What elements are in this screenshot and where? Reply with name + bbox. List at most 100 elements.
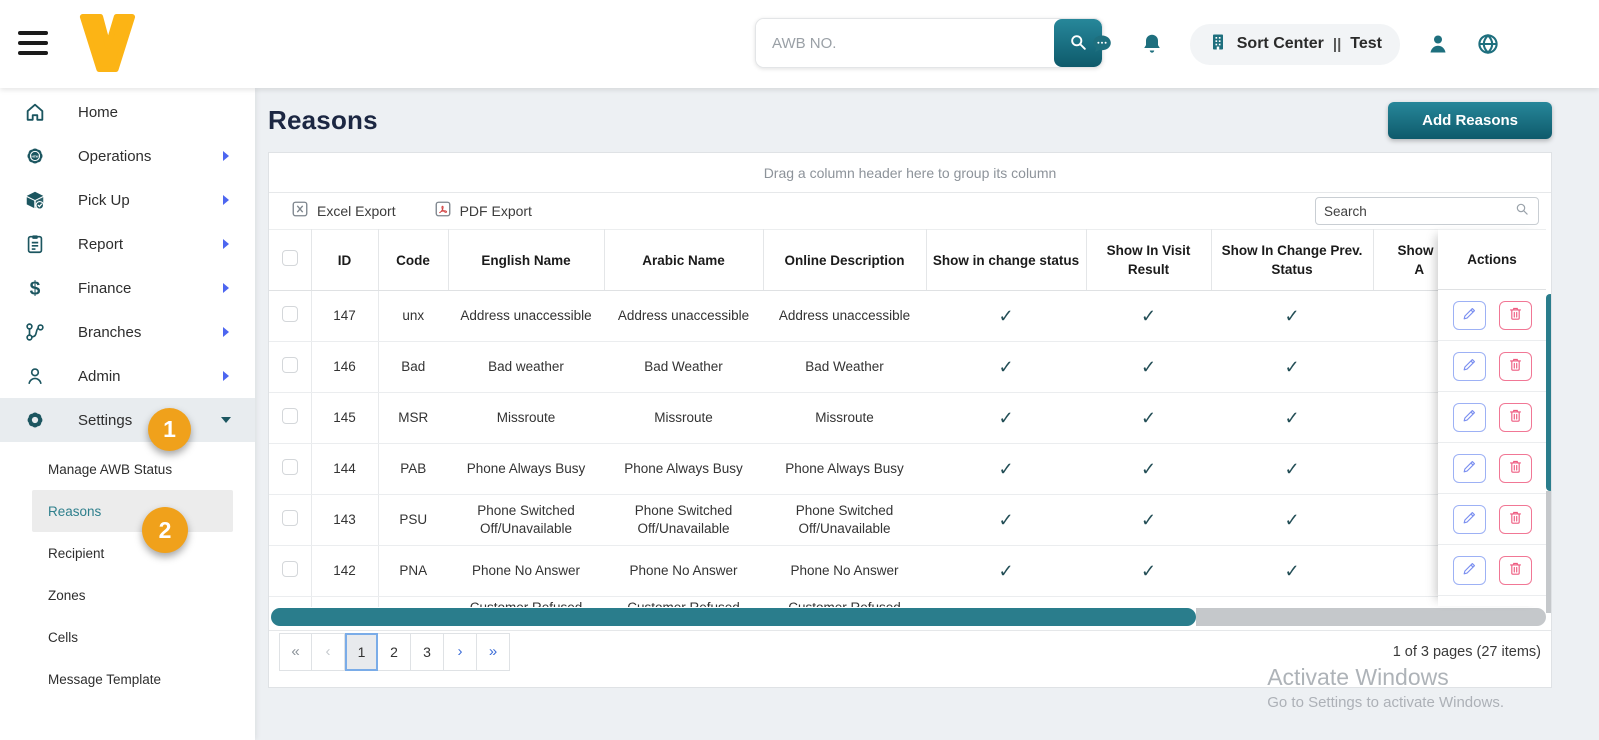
edit-button[interactable] [1453,505,1486,534]
sidebar-item-reasons[interactable]: Reasons [32,490,233,532]
sidebar-item-label: Settings [78,412,132,429]
sidebar-item-label: Home [78,104,118,121]
add-reasons-button[interactable]: Add Reasons [1388,102,1552,139]
submenu-label: Manage AWB Status [48,462,172,477]
sidebar-item-operations[interactable]: NEW Operations [0,134,255,178]
header-show-in-change-status[interactable]: Show in change status [926,230,1086,291]
excel-icon [291,200,309,223]
first-page-button[interactable]: « [279,633,312,671]
page-buttons: 123 [345,633,444,671]
person-icon [24,365,46,387]
cell-code: PAB [378,444,448,495]
row-checkbox[interactable] [282,408,298,424]
sidebar-item-message-template[interactable]: Message Template [0,658,255,700]
step-annotation-1: 1 [148,408,191,451]
cell-english-name: Phone No Answer [448,546,604,597]
sidebar-item-recipient[interactable]: Recipient [0,532,255,574]
pdf-icon [434,200,452,223]
logo-v[interactable] [76,13,138,73]
delete-button[interactable] [1499,301,1532,330]
actions-row [1438,443,1546,494]
cell-id: 143 [311,495,378,546]
station-selector[interactable]: Sort Center || Test [1190,24,1400,65]
globe-icon[interactable] [1476,32,1500,56]
header-show-in-visit-result[interactable]: Show In Visit Result [1086,230,1211,291]
sidebar-item-pickup[interactable]: Pick Up [0,178,255,222]
edit-button[interactable] [1453,301,1486,330]
cell-english-name: Address unaccessible [448,291,604,342]
user-icon[interactable] [1426,32,1450,56]
header-id[interactable]: ID [311,230,378,291]
chevron-right-icon [223,151,229,161]
header-show-in-change-prev-status[interactable]: Show In Change Prev. Status [1211,230,1373,291]
menu-icon[interactable] [18,31,48,55]
chevron-down-icon [221,417,231,423]
sidebar-item-home[interactable]: Home [0,90,255,134]
cell-arabic-name: Bad Weather [604,342,763,393]
cell-arabic-name: Phone Switched Off/Unavailable [604,495,763,546]
sidebar-item-finance[interactable]: $ Finance [0,266,255,310]
cell-online-description: Phone Always Busy [763,444,926,495]
page-number-button[interactable]: 3 [411,633,444,671]
chat-icon[interactable] [1090,32,1114,56]
excel-export-button[interactable]: Excel Export [291,200,396,223]
next-page-button[interactable]: › [444,633,477,671]
cell-online-description: Phone No Answer [763,546,926,597]
last-page-button[interactable]: » [477,633,510,671]
chevron-right-icon [223,371,229,381]
cell-code: MSR [378,393,448,444]
sidebar-item-label: Finance [78,280,131,297]
sidebar-item-branches[interactable]: Branches [0,310,255,354]
header-english-name[interactable]: English Name [448,230,604,291]
header-arabic-name[interactable]: Arabic Name [604,230,763,291]
delete-button[interactable] [1499,403,1532,432]
delete-button[interactable] [1499,556,1532,585]
actions-row [1438,290,1546,341]
row-checkbox[interactable] [282,510,298,526]
edit-button[interactable] [1453,403,1486,432]
row-checkbox[interactable] [282,357,298,373]
check-show-in-visit-result: ✓ [1086,495,1211,546]
check-show-in-change-status: ✓ [926,291,1086,342]
bell-icon[interactable] [1140,32,1164,56]
row-checkbox[interactable] [282,306,298,322]
sidebar-item-manage-awb-status[interactable]: Manage AWB Status [0,448,255,490]
pagination-bar: « ‹ 123 › » 1 of 3 pages (27 items) [269,630,1551,672]
header-code[interactable]: Code [378,230,448,291]
trash-icon [1507,458,1524,478]
pdf-export-button[interactable]: PDF Export [434,200,532,223]
select-all-checkbox[interactable] [282,250,298,266]
horizontal-scrollbar [271,608,1549,626]
edit-button[interactable] [1453,352,1486,381]
row-checkbox[interactable] [282,561,298,577]
pencil-icon [1461,560,1478,580]
edit-button[interactable] [1453,556,1486,585]
sidebar-item-admin[interactable]: Admin [0,354,255,398]
chevron-right-icon [223,239,229,249]
svg-text:NEW: NEW [31,154,38,158]
actions-row [1438,392,1546,443]
grid-search-input[interactable] [1324,204,1514,219]
delete-button[interactable] [1499,505,1532,534]
edit-button[interactable] [1453,454,1486,483]
delete-button[interactable] [1499,454,1532,483]
header-online-description[interactable]: Online Description [763,230,926,291]
sidebar-item-report[interactable]: Report [0,222,255,266]
page-number-button[interactable]: 1 [345,633,378,671]
awb-search-input[interactable] [756,19,1054,67]
vertical-scrollbar[interactable] [1546,294,1552,491]
row-checkbox-cell [269,444,311,495]
row-checkbox[interactable] [282,459,298,475]
header-select-all [269,230,311,291]
sidebar-item-settings[interactable]: Settings [0,398,255,442]
page-info: 1 of 3 pages (27 items) [1393,644,1541,660]
prev-page-button[interactable]: ‹ [312,633,345,671]
sidebar-item-cells[interactable]: Cells [0,616,255,658]
delete-button[interactable] [1499,352,1532,381]
sidebar-item-zones[interactable]: Zones [0,574,255,616]
cell-code: PNA [378,546,448,597]
cell-online-description: Missroute [763,393,926,444]
page-number-button[interactable]: 2 [378,633,411,671]
table-row: 145 MSR Missroute Missroute Missroute ✓ … [269,393,1465,444]
horizontal-scrollbar-thumb[interactable] [271,608,1196,626]
